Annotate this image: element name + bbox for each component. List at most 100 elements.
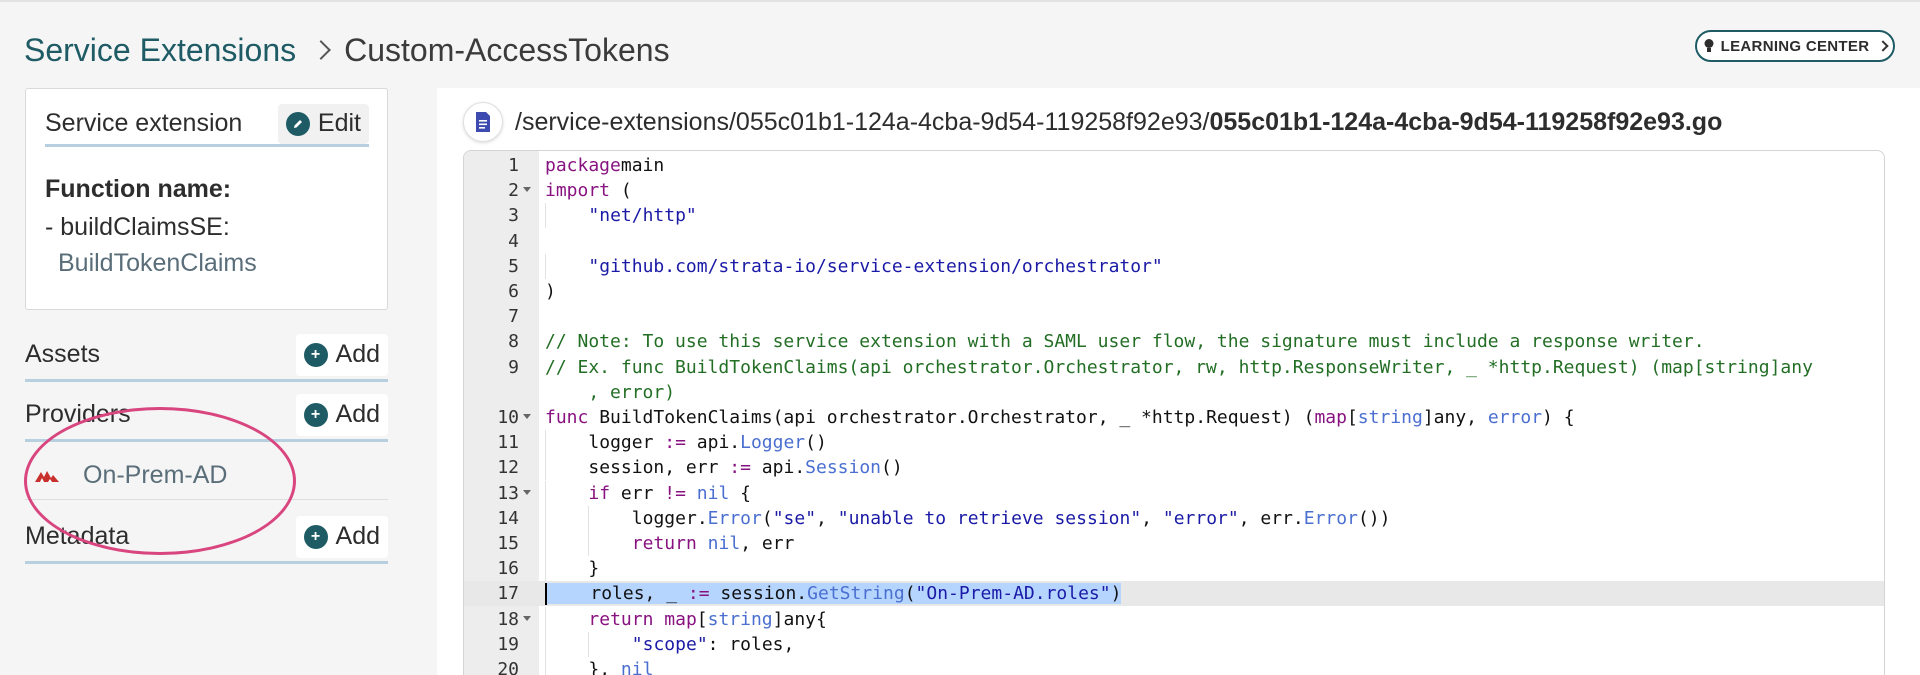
code-token: : roles, [707,633,795,655]
fold-toggle-icon[interactable] [523,615,531,621]
edit-button[interactable]: Edit [277,103,369,144]
chevron-right-icon [311,40,332,60]
code-token: error [1487,407,1543,428]
plus-icon: + [303,342,328,367]
code-token: string [707,608,773,630]
code-token: := [687,583,710,605]
add-metadata-button[interactable]: + Add [295,515,388,558]
code-line[interactable]: 18 return map[string]any{ [464,606,1884,632]
code-text: import ( [545,178,632,203]
file-path-prefix: /service-extensions/055c01b1-124a-4cba-9… [515,107,1210,136]
indent-guide [545,430,546,456]
code-token: string [1357,407,1423,428]
chevron-right-icon [1877,40,1889,52]
code-text: // Ex. func BuildTokenClaims(api orchest… [545,355,1813,380]
code-line[interactable]: 8 // Note: To use this service extension … [464,329,1884,354]
code-token: () [805,432,827,454]
line-number: 17 [497,583,519,605]
indent-guide [545,253,546,279]
indent-guide [545,531,546,556]
code-line[interactable]: 20}, nil [464,657,1884,675]
code-text: "net/http" [588,203,696,228]
code-token: map [1314,407,1347,428]
line-number: 5 [508,255,519,277]
code-token: api. [750,457,806,479]
provider-name: On-Prem-AD [83,461,228,489]
fold-toggle-icon[interactable] [523,489,531,495]
code-token: if [588,482,611,504]
fold-toggle-icon[interactable] [523,414,531,419]
code-line[interactable]: 4 [464,229,1884,254]
code-token: ( [610,180,632,202]
indent-guide [545,203,546,229]
code-token: , error) [545,381,676,403]
breadcrumb: Service Extensions Custom-AccessTokens [24,26,670,74]
line-number: 9 [508,356,519,378]
function-name-value: BuildTokenClaims [58,249,257,277]
code-line[interactable]: 6) [464,279,1884,304]
indent-guide [545,455,546,481]
code-text: packagemain [545,153,664,178]
code-token: := [729,457,751,479]
code-token: nil [696,482,730,504]
add-provider-button[interactable]: + Add [295,393,388,436]
fold-toggle-icon[interactable] [523,187,531,193]
service-extension-card: Service extension Edit Function name: - … [25,88,388,310]
code-line[interactable]: 5 "github.com/strata-io/service-extension… [464,253,1884,279]
editor-panel: /service-extensions/055c01b1-124a-4cba-9… [437,88,1920,675]
code-line[interactable]: 1 packagemain [464,153,1884,178]
code-token: "unable to retrieve session" [837,507,1142,529]
code-text: if err != nil { [588,481,751,506]
code-line[interactable]: 12 session, err := api.Session() [464,455,1884,481]
code-token: return [588,608,654,630]
code-line[interactable]: 7 [464,304,1884,329]
code-line[interactable]: 19 "scope": roles, [464,631,1884,657]
code-token: ]any{ [772,608,827,630]
code-token: , err [740,533,795,554]
line-number: 8 [508,331,519,353]
line-number: 11 [497,432,519,454]
provider-item[interactable]: On-Prem-AD [25,452,388,500]
code-token: != [664,482,686,504]
code-token: := [664,432,686,454]
code-token: BuildTokenClaims(api orchestrator.Orches… [588,407,1315,428]
learning-center-button[interactable]: LEARNING CENTER [1695,30,1895,62]
service-extension-title: Service extension [45,109,243,137]
indent-guide [588,531,590,556]
code-token: Error [1303,507,1358,529]
code-line[interactable]: 10 func BuildTokenClaims(api orchestrator… [464,405,1884,430]
code-line[interactable]: 14 logger.Error("se", "unable to retrieve… [464,505,1884,531]
add-asset-button[interactable]: + Add [295,333,388,376]
code-line[interactable]: 13 if err != nil { [464,480,1884,506]
indent-guide [545,556,546,582]
code-token: roles, _ [590,583,688,605]
code-token: nil [620,659,654,675]
code-line[interactable]: 15 return nil, err [464,531,1884,556]
code-token: Session [805,457,882,479]
line-number: 12 [497,457,519,479]
code-line[interactable]: 17 roles, _ := session.GetString("On-Pre… [464,581,1884,607]
code-token: package [545,155,621,176]
code-editor[interactable]: 1 packagemain 2 import (3 "net/http" 4 5 "githu… [463,150,1885,675]
code-token: return [631,533,697,554]
code-line[interactable]: 11 logger := api.Logger() [464,430,1884,456]
add-label: Add [335,522,380,550]
line-number: 4 [508,230,519,252]
code-line[interactable]: , error) [464,380,1884,405]
code-text: func BuildTokenClaims(api orchestrator.O… [545,405,1575,430]
code-line[interactable]: 9 // Ex. func BuildTokenClaims(api orches… [464,355,1884,380]
code-text: ) [545,279,556,304]
breadcrumb-parent-link[interactable]: Service Extensions [24,32,296,69]
provider-logo-icon [35,470,59,482]
code-line[interactable]: 16} [464,556,1884,582]
code-line[interactable]: 2 import ( [464,178,1884,203]
code-token: , [1141,507,1163,529]
code-line[interactable]: 3 "net/http" [464,203,1884,229]
indent-guide [545,505,546,531]
line-number: 19 [497,633,519,655]
code-text: return map[string]any{ [588,607,826,632]
document-icon [463,102,503,142]
indent-guide [588,505,590,531]
